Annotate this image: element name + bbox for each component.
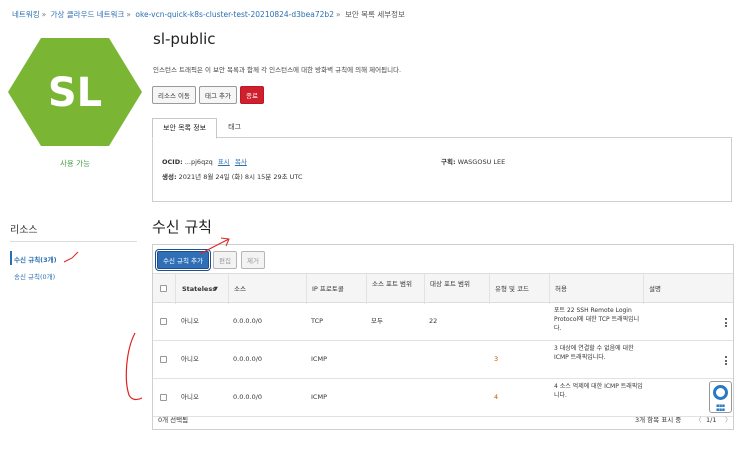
breadcrumb: 네트워킹» 가상 클라우드 네트워크» oke-vcn-quick-k8s-cl… [12,9,405,20]
resources-heading: 리소스 [10,225,38,236]
header-stateless[interactable]: Stateless ▼ [175,274,228,304]
cell-protocol: ICMP [311,355,327,363]
header-type-code: 유형 및 코드 [489,274,549,304]
table-row: 아니오 0.0.0.0/0 TCP 모두 22 포트 22 SSH Remote… [153,303,733,341]
header-stateless-label: Stateless [182,285,217,293]
header-source: 소스 [228,274,306,304]
section-title: 수신 규칙 [152,218,212,236]
cell-type-code: 3 [494,355,499,363]
created-row: 생성: 2021년 8월 24일 (화) 8시 15분 29초 UTC [162,171,303,181]
remove-button[interactable]: 제거 [240,251,265,269]
breadcrumb-networking[interactable]: 네트워킹 [12,10,40,19]
cell-source: 0.0.0.0/0 [233,317,263,325]
add-ingress-rule-button[interactable]: 수신 규칙 추가 [154,249,212,271]
help-grid-icon: ▪▪▪ ▪▪▪ [716,403,725,413]
compartment-label: 구획: [441,158,456,166]
header-dest-port-label: 대상 포트 범위 [430,280,471,288]
ocid-value: ...pj6qzq [184,158,213,166]
chevron-left-icon[interactable]: 〈 [695,415,702,425]
resource-initials: SL [48,70,102,116]
page-description: 인스턴스 트래픽은 이 보안 목록과 함께 각 인스턴스에 대한 방화벽 규칙에… [153,66,402,74]
header-dest-port: 대상 포트 범위 [424,274,489,304]
header-type-code-label: 유형 및 코드 [495,285,530,293]
created-label: 생성: [162,173,177,181]
edit-button[interactable]: 편집 [213,251,237,269]
kebab-icon[interactable] [725,356,728,367]
table-footer: 0개 선택됨 3개 항목 표시 중 〈 1/1 〉 [153,409,733,429]
add-tags-button[interactable]: 태그 추가 [198,86,237,104]
breadcrumb-current: 보안 목록 세부정보 [344,10,405,19]
cell-dest-port: 22 [429,317,438,325]
header-allows-label: 허용 [555,285,567,293]
ocid-row: OCID: ...pj6qzq 표시 복사 [162,156,247,166]
created-value: 2021년 8월 24일 (화) 8시 15분 29초 UTC [178,173,303,181]
tab-tags[interactable]: 태그 [217,118,252,139]
sidebar-item-egress-rules[interactable]: 송신 규칙(0개) [14,271,55,281]
help-ring [713,385,728,400]
cell-stateless: 아니오 [181,393,199,401]
ocid-label: OCID: [162,158,183,166]
tab-security-list-info[interactable]: 보안 목록 정보 [152,118,218,139]
help-lifebuoy-icon[interactable]: ▪▪▪ ▪▪▪ [709,381,732,413]
cell-allows: 4 소스 억제에 대한 ICMP 트래픽입니다. [554,383,643,399]
table-toolbar: 수신 규칙 추가 편집 제거 [154,249,265,271]
resources-active-indicator [10,251,12,265]
table-row: 아니오 0.0.0.0/0 ICMP 3 3 대상에 연결할 수 없음에 대한 … [153,341,733,379]
page-indicator: 1/1 [706,416,717,424]
compartment-row: 구획: WASGOSU LEE [441,156,505,166]
breadcrumb-separator: » [41,10,47,19]
cell-source: 0.0.0.0/0 [233,355,263,363]
header-description: 설명 [643,274,733,304]
row-checkbox[interactable] [160,394,167,401]
selected-count: 0개 선택됨 [158,416,189,424]
chevron-right-icon[interactable]: 〉 [725,415,732,425]
sidebar-item-ingress-rules[interactable]: 수신 규칙(3개) [14,254,57,264]
header-source-port-label: 소스 포트 범위 [372,280,413,288]
breadcrumb-separator: » [126,10,131,19]
header-description-label: 설명 [649,285,661,293]
table-header: Stateless ▼ 소스 IP 프로토콜 소스 포트 범위 대상 포트 범위… [153,273,733,304]
kebab-icon[interactable] [725,318,728,329]
breadcrumb-vcn[interactable]: 가상 클라우드 네트워크 [51,10,125,19]
action-buttons: 리소스 이동 태그 추가 종료 [152,86,264,104]
items-shown: 3개 항목 표시 중 [635,416,682,424]
ocid-show-link[interactable]: 표시 [218,158,230,166]
sort-down-icon: ▼ [214,286,218,292]
cell-protocol: TCP [311,317,324,325]
cell-source-port: 모두 [371,317,383,325]
ingress-rules-table: 수신 규칙 추가 편집 제거 Stateless ▼ 소스 IP 프로토콜 소스… [152,244,734,430]
cell-source: 0.0.0.0/0 [233,393,263,401]
status-label: 사용 가능 [60,159,90,168]
info-panel: OCID: ...pj6qzq 표시 복사 생성: 2021년 8월 24일 (… [152,137,732,202]
cell-type-code: 4 [494,393,499,401]
detail-tabs: 보안 목록 정보 태그 [152,118,252,139]
header-source-port: 소스 포트 범위 [366,274,424,304]
header-allows: 허용 [549,274,643,304]
header-select-cell [153,274,175,304]
move-resource-button[interactable]: 리소스 이동 [152,86,196,104]
compartment-value: WASGOSU LEE [457,158,506,166]
breadcrumb-vcn-name[interactable]: oke-vcn-quick-k8s-cluster-test-20210824-… [135,10,334,19]
header-protocol: IP 프로토콜 [306,274,366,304]
cell-stateless: 아니오 [181,317,199,325]
cell-protocol: ICMP [311,393,327,401]
breadcrumb-separator: » [335,10,341,19]
resources-divider [10,241,137,242]
cell-stateless: 아니오 [181,355,199,363]
annotation-bracket [125,332,143,401]
header-protocol-label: IP 프로토콜 [312,285,344,293]
cell-allows: 포트 22 SSH Remote Login Protocol에 대한 TCP … [554,307,640,332]
ocid-copy-link[interactable]: 복사 [235,158,247,166]
terminate-button[interactable]: 종료 [239,86,264,104]
cell-allows: 3 대상에 연결할 수 없음에 대한 ICMP 트래픽입니다. [554,345,634,361]
page-title: sl-public [153,30,216,48]
resource-hexagon-icon: SL [8,38,142,146]
row-checkbox[interactable] [160,318,167,325]
row-checkbox[interactable] [160,356,167,363]
header-source-label: 소스 [234,285,246,293]
select-all-checkbox[interactable] [160,285,167,292]
annotation-underline [63,251,79,263]
